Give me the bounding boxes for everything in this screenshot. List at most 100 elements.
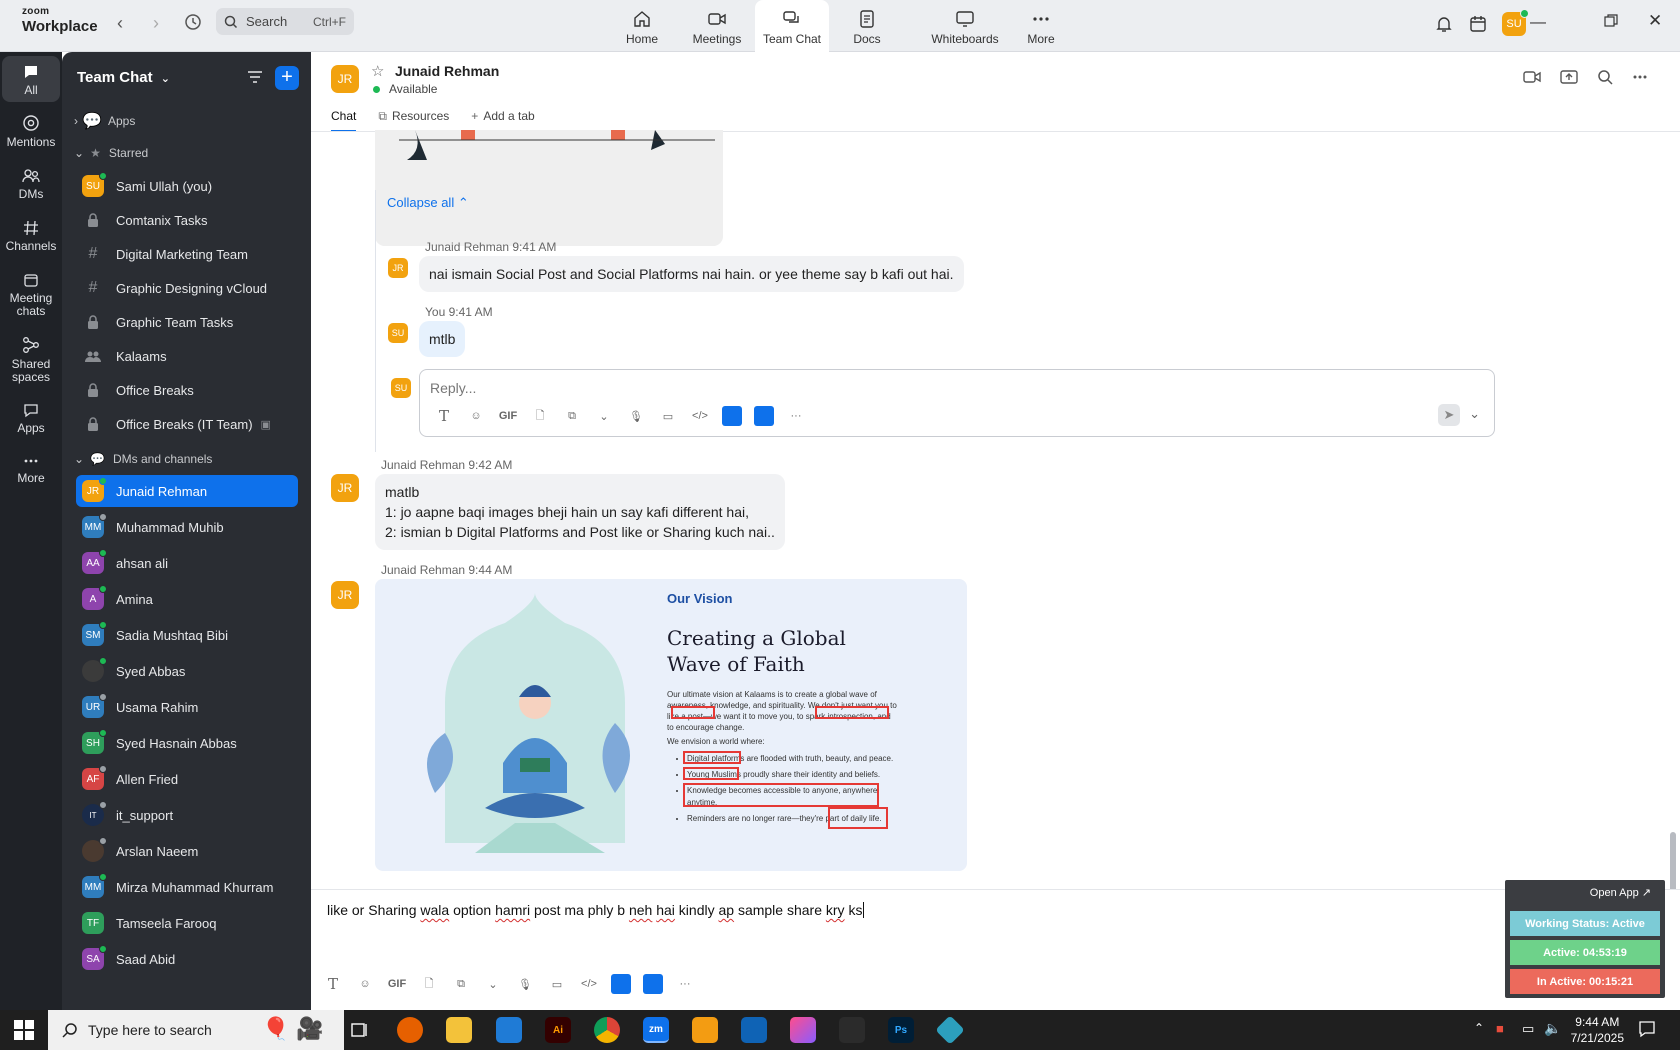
image-attachment[interactable]: Our Vision Creating a Global Wave of Fai… (375, 579, 967, 871)
sidebar-item-muhammad-muhib[interactable]: MM Muhammad Muhib (76, 511, 298, 543)
sidebar-item-office-breaks[interactable]: Office Breaks (76, 374, 298, 406)
sidebar-item-it-support[interactable]: IT it_support (76, 799, 298, 831)
firefox-icon[interactable] (397, 1017, 423, 1043)
sidebar-item-ahsan-ali[interactable]: AA ahsan ali (76, 547, 298, 579)
star-outline-icon[interactable]: ☆ (371, 62, 384, 80)
back-arrow-icon[interactable]: ‹ (117, 13, 123, 34)
message-bubble[interactable]: mtlb (419, 321, 466, 357)
reply-input[interactable]: Reply... (430, 380, 476, 396)
history-icon[interactable] (183, 12, 203, 35)
collapse-all-link[interactable]: Collapse all ⌃ (387, 195, 469, 211)
emoji-icon[interactable]: ☺ (466, 406, 486, 426)
microphone-icon[interactable]: 🎙 (515, 974, 535, 994)
channel-avatar[interactable]: JR (331, 65, 359, 93)
app-icon[interactable] (643, 974, 663, 994)
app-icon[interactable] (611, 974, 631, 994)
tab-resources[interactable]: ⧉ Resources (378, 109, 449, 132)
sidebar-item-saad-abid[interactable]: SA Saad Abid (76, 943, 298, 975)
section-dms-channels[interactable]: ⌄ 💬 DMs and channels (74, 452, 212, 466)
sidebar-item-arslan-naeem[interactable]: Arslan Naeem (76, 835, 298, 867)
rail-dms[interactable]: DMs (2, 168, 60, 201)
rail-shared-spaces[interactable]: Shared spaces (2, 336, 60, 383)
rail-mentions[interactable]: Mentions (2, 114, 60, 149)
chevron-down-icon[interactable]: ⌄ (594, 406, 614, 426)
tab-meetings[interactable]: Meetings (680, 0, 754, 52)
channel-title[interactable]: Junaid Rehman (395, 63, 499, 79)
rail-more[interactable]: More (2, 456, 60, 485)
app-icon[interactable] (754, 406, 774, 426)
xampp-icon[interactable] (692, 1017, 718, 1043)
zoom-taskbar-icon[interactable]: zm (643, 1017, 669, 1043)
search-box[interactable]: Search Ctrl+F (216, 8, 354, 35)
sidebar-item-allen-fried[interactable]: AF Allen Fried (76, 763, 298, 795)
avatar[interactable]: JR (388, 258, 408, 278)
screenshot-icon[interactable]: ⧉ (451, 974, 471, 994)
task-view-icon[interactable] (350, 1020, 370, 1043)
message-bubble[interactable]: matlb 1: jo aapne baqi images bheji hain… (375, 474, 785, 550)
sidebar-item-tamseela-farooq[interactable]: TF Tamseela Farooq (76, 907, 298, 939)
calendar-icon[interactable] (1468, 14, 1488, 34)
sidebar-item-amina[interactable]: A Amina (76, 583, 298, 615)
gif-icon[interactable]: GIF (387, 974, 407, 994)
sidebar-item-junaid-rehman[interactable]: JR Junaid Rehman (76, 475, 298, 507)
video-message-icon[interactable]: ▭ (658, 406, 678, 426)
sidebar-item-syed-abbas[interactable]: Syed Abbas (76, 655, 298, 687)
tab-team-chat[interactable]: Team Chat (755, 0, 829, 53)
chevron-up-icon[interactable]: ⌃ (1474, 1021, 1484, 1035)
send-icon[interactable]: ➤ (1438, 404, 1460, 426)
more-horizontal-icon[interactable]: ··· (675, 974, 695, 994)
sidebar-item-mirza-khurram[interactable]: MM Mirza Muhammad Khurram (76, 871, 298, 903)
message-bubble[interactable]: nai ismain Social Post and Social Platfo… (419, 256, 964, 292)
tab-docs[interactable]: Docs (830, 0, 904, 52)
notifications-icon[interactable] (1638, 1020, 1656, 1041)
rail-all[interactable]: All (2, 56, 60, 102)
sidebar-item-sadia-mushtaq[interactable]: SM Sadia Mushtaq Bibi (76, 619, 298, 651)
search-icon[interactable] (1597, 69, 1613, 85)
code-icon[interactable]: </> (579, 974, 599, 994)
sidebar-item-comtanix-tasks[interactable]: Comtanix Tasks (76, 204, 298, 236)
open-app-button[interactable]: Open App ↗ (1590, 886, 1651, 899)
app-icon[interactable] (722, 406, 742, 426)
sidebar-item-graphic-team-tasks[interactable]: Graphic Team Tasks (76, 306, 298, 338)
reply-box[interactable]: Reply... T ☺ GIF 🗋 ⧉ ⌄ 🎙 ▭ </> ··· ➤ ⌄ (419, 369, 1495, 437)
photoshop-icon[interactable]: Ps (888, 1017, 914, 1043)
section-starred[interactable]: ⌄ ★ Starred (74, 146, 148, 160)
avatar[interactable]: JR (331, 581, 359, 609)
new-chat-button[interactable]: + (275, 66, 299, 90)
emoji-icon[interactable]: ☺ (355, 974, 375, 994)
chevron-down-icon[interactable]: ⌄ (1469, 406, 1480, 422)
filter-icon[interactable] (247, 70, 263, 84)
sidebar-item-usama-rahim[interactable]: UR Usama Rahim (76, 691, 298, 723)
text-format-icon[interactable]: T (434, 406, 454, 426)
tray-app-icon[interactable]: ■ (1496, 1021, 1504, 1036)
share-screen-icon[interactable] (1560, 69, 1578, 85)
rail-meeting-chats[interactable]: Meeting chats (2, 272, 60, 317)
screenshot-icon[interactable]: ⧉ (562, 406, 582, 426)
bell-icon[interactable] (1434, 14, 1454, 34)
network-icon[interactable]: ▭ (1522, 1021, 1534, 1037)
tab-chat[interactable]: Chat (331, 109, 357, 132)
sidebar-item-kalaams[interactable]: Kalaams (76, 340, 298, 372)
volume-icon[interactable]: 🔈 (1544, 1020, 1561, 1037)
text-format-icon[interactable]: T (323, 974, 343, 994)
minimize-icon[interactable]: — (1530, 14, 1546, 32)
file-icon[interactable]: 🗋 (419, 974, 439, 994)
forward-arrow-icon[interactable]: › (153, 13, 159, 34)
tab-add[interactable]: + Add a tab (471, 109, 534, 132)
rail-apps[interactable]: Apps (2, 402, 60, 435)
pen-tool-icon[interactable] (839, 1017, 865, 1043)
rail-channels[interactable]: Channels (2, 220, 60, 253)
code-icon[interactable]: </> (690, 406, 710, 426)
message-composer[interactable]: like or Sharing wala option hamri post m… (311, 889, 1680, 1010)
sidebar-item-digital-marketing[interactable]: # Digital Marketing Team (76, 238, 298, 270)
user-avatar[interactable]: SU (1502, 9, 1529, 36)
gif-icon[interactable]: GIF (498, 406, 518, 426)
vscode-icon[interactable] (496, 1017, 522, 1043)
more-horizontal-icon[interactable] (1632, 69, 1648, 85)
avatar[interactable]: JR (331, 474, 359, 502)
more-horizontal-icon[interactable]: ··· (786, 406, 806, 426)
windows-start-icon[interactable] (14, 1020, 34, 1043)
section-apps[interactable]: › 💬 Apps (74, 110, 135, 132)
microphone-icon[interactable]: 🎙 (626, 406, 646, 426)
avatar[interactable]: SU (388, 323, 408, 343)
